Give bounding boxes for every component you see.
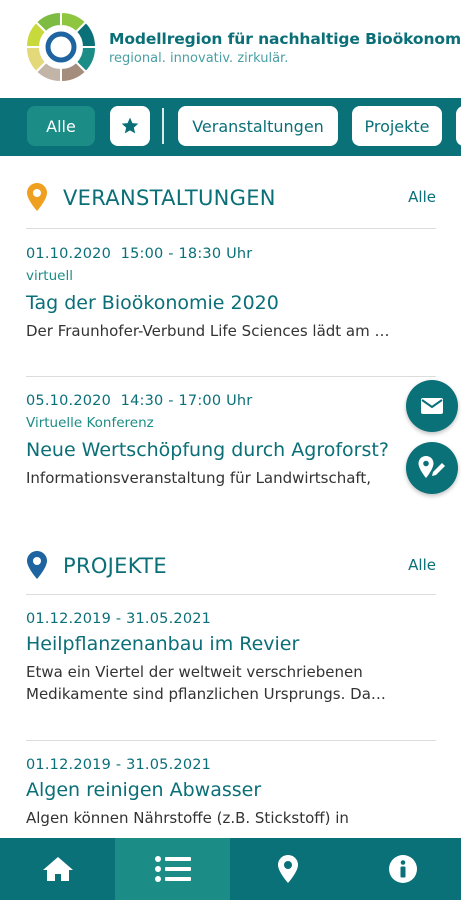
filter-divider [162,108,164,144]
map-pin-icon [27,551,47,579]
event-location: Virtuelle Konferenz [26,415,154,431]
event-time: 14:30 - 17:00 Uhr [120,393,253,409]
project-item[interactable]: 01.12.2019 - 31.05.2021 Algen reinigen A… [26,757,461,829]
event-location: virtuell [26,268,73,284]
events-section-title: VERANSTALTUNGEN [63,186,276,210]
brand-title: Modellregion für nachhaltige Bioökonomie [109,30,461,48]
projects-all-link[interactable]: Alle [408,556,436,574]
map-pin-icon [27,183,47,211]
filter-more-button[interactable] [456,106,461,146]
mail-icon [421,398,443,414]
nav-list-button[interactable] [115,838,230,900]
event-item[interactable]: 05.10.2020 14:30 - 17:00 Uhr Virtuelle K… [26,393,461,489]
edit-location-icon [418,456,445,478]
event-date-time: 01.10.2020 15:00 - 18:30 Uhr [26,246,461,262]
nav-home-button[interactable] [0,838,115,900]
project-period: 01.12.2019 - 31.05.2021 [26,757,212,773]
projects-section-title: PROJEKTE [63,554,167,578]
event-date-time: 05.10.2020 14:30 - 17:00 Uhr [26,393,461,409]
event-time: 15:00 - 18:30 Uhr [120,246,253,262]
bottom-navigation [0,838,461,900]
project-description: Etwa ein Viertel der weltweit verschrieb… [26,663,386,703]
divider [26,376,436,377]
event-description: Informationsveranstaltung für Landwirtsc… [26,469,372,487]
star-icon [121,117,139,134]
filter-favorites-button[interactable] [110,106,150,146]
event-date: 05.10.2020 [26,393,112,409]
nav-info-button[interactable] [345,838,460,900]
event-date: 01.10.2020 [26,246,112,262]
list-icon [154,856,191,882]
projects-section-header: PROJEKTE Alle [26,544,436,584]
divider [26,228,436,229]
event-item[interactable]: 01.10.2020 15:00 - 18:30 Uhr virtuell Ta… [26,246,461,342]
event-title: Neue Wertschöpfung durch Agroforst? [26,439,389,461]
project-item[interactable]: 01.12.2019 - 31.05.2021 Heilpflanzenanba… [26,611,461,705]
brand-subtitle: regional. innovativ. zirkulär. [109,51,289,66]
nav-map-button[interactable] [230,838,345,900]
contact-mail-button[interactable] [406,380,458,432]
project-period: 01.12.2019 - 31.05.2021 [26,611,212,627]
events-section-header: VERANSTALTUNGEN Alle [26,176,436,216]
app-header: Modellregion für nachhaltige Bioökonomie… [0,0,461,98]
info-icon [388,855,417,883]
home-icon [42,857,73,881]
filter-all-button[interactable]: Alle [27,106,95,146]
event-description: Der Fraunhofer-Verbund Life Sciences läd… [26,322,390,340]
filter-events-button[interactable]: Veranstaltungen [178,106,338,146]
divider [26,594,436,595]
suggest-location-button[interactable] [406,442,458,494]
filter-projects-button[interactable]: Projekte [352,106,442,146]
project-description: Algen können Nährstoffe (z.B. Stickstoff… [26,809,349,827]
event-title: Tag der Bioökonomie 2020 [26,292,279,314]
bioeconomy-logo [24,10,98,84]
project-title: Algen reinigen Abwasser [26,779,262,801]
project-title: Heilpflanzenanbau im Revier [26,633,300,655]
filter-bar: Alle Veranstaltungen Projekte [0,98,461,156]
content-list[interactable]: VERANSTALTUNGEN Alle 01.10.2020 15:00 - … [0,156,461,838]
events-all-link[interactable]: Alle [408,188,436,206]
map-pin-icon [277,855,298,883]
divider [26,740,436,741]
